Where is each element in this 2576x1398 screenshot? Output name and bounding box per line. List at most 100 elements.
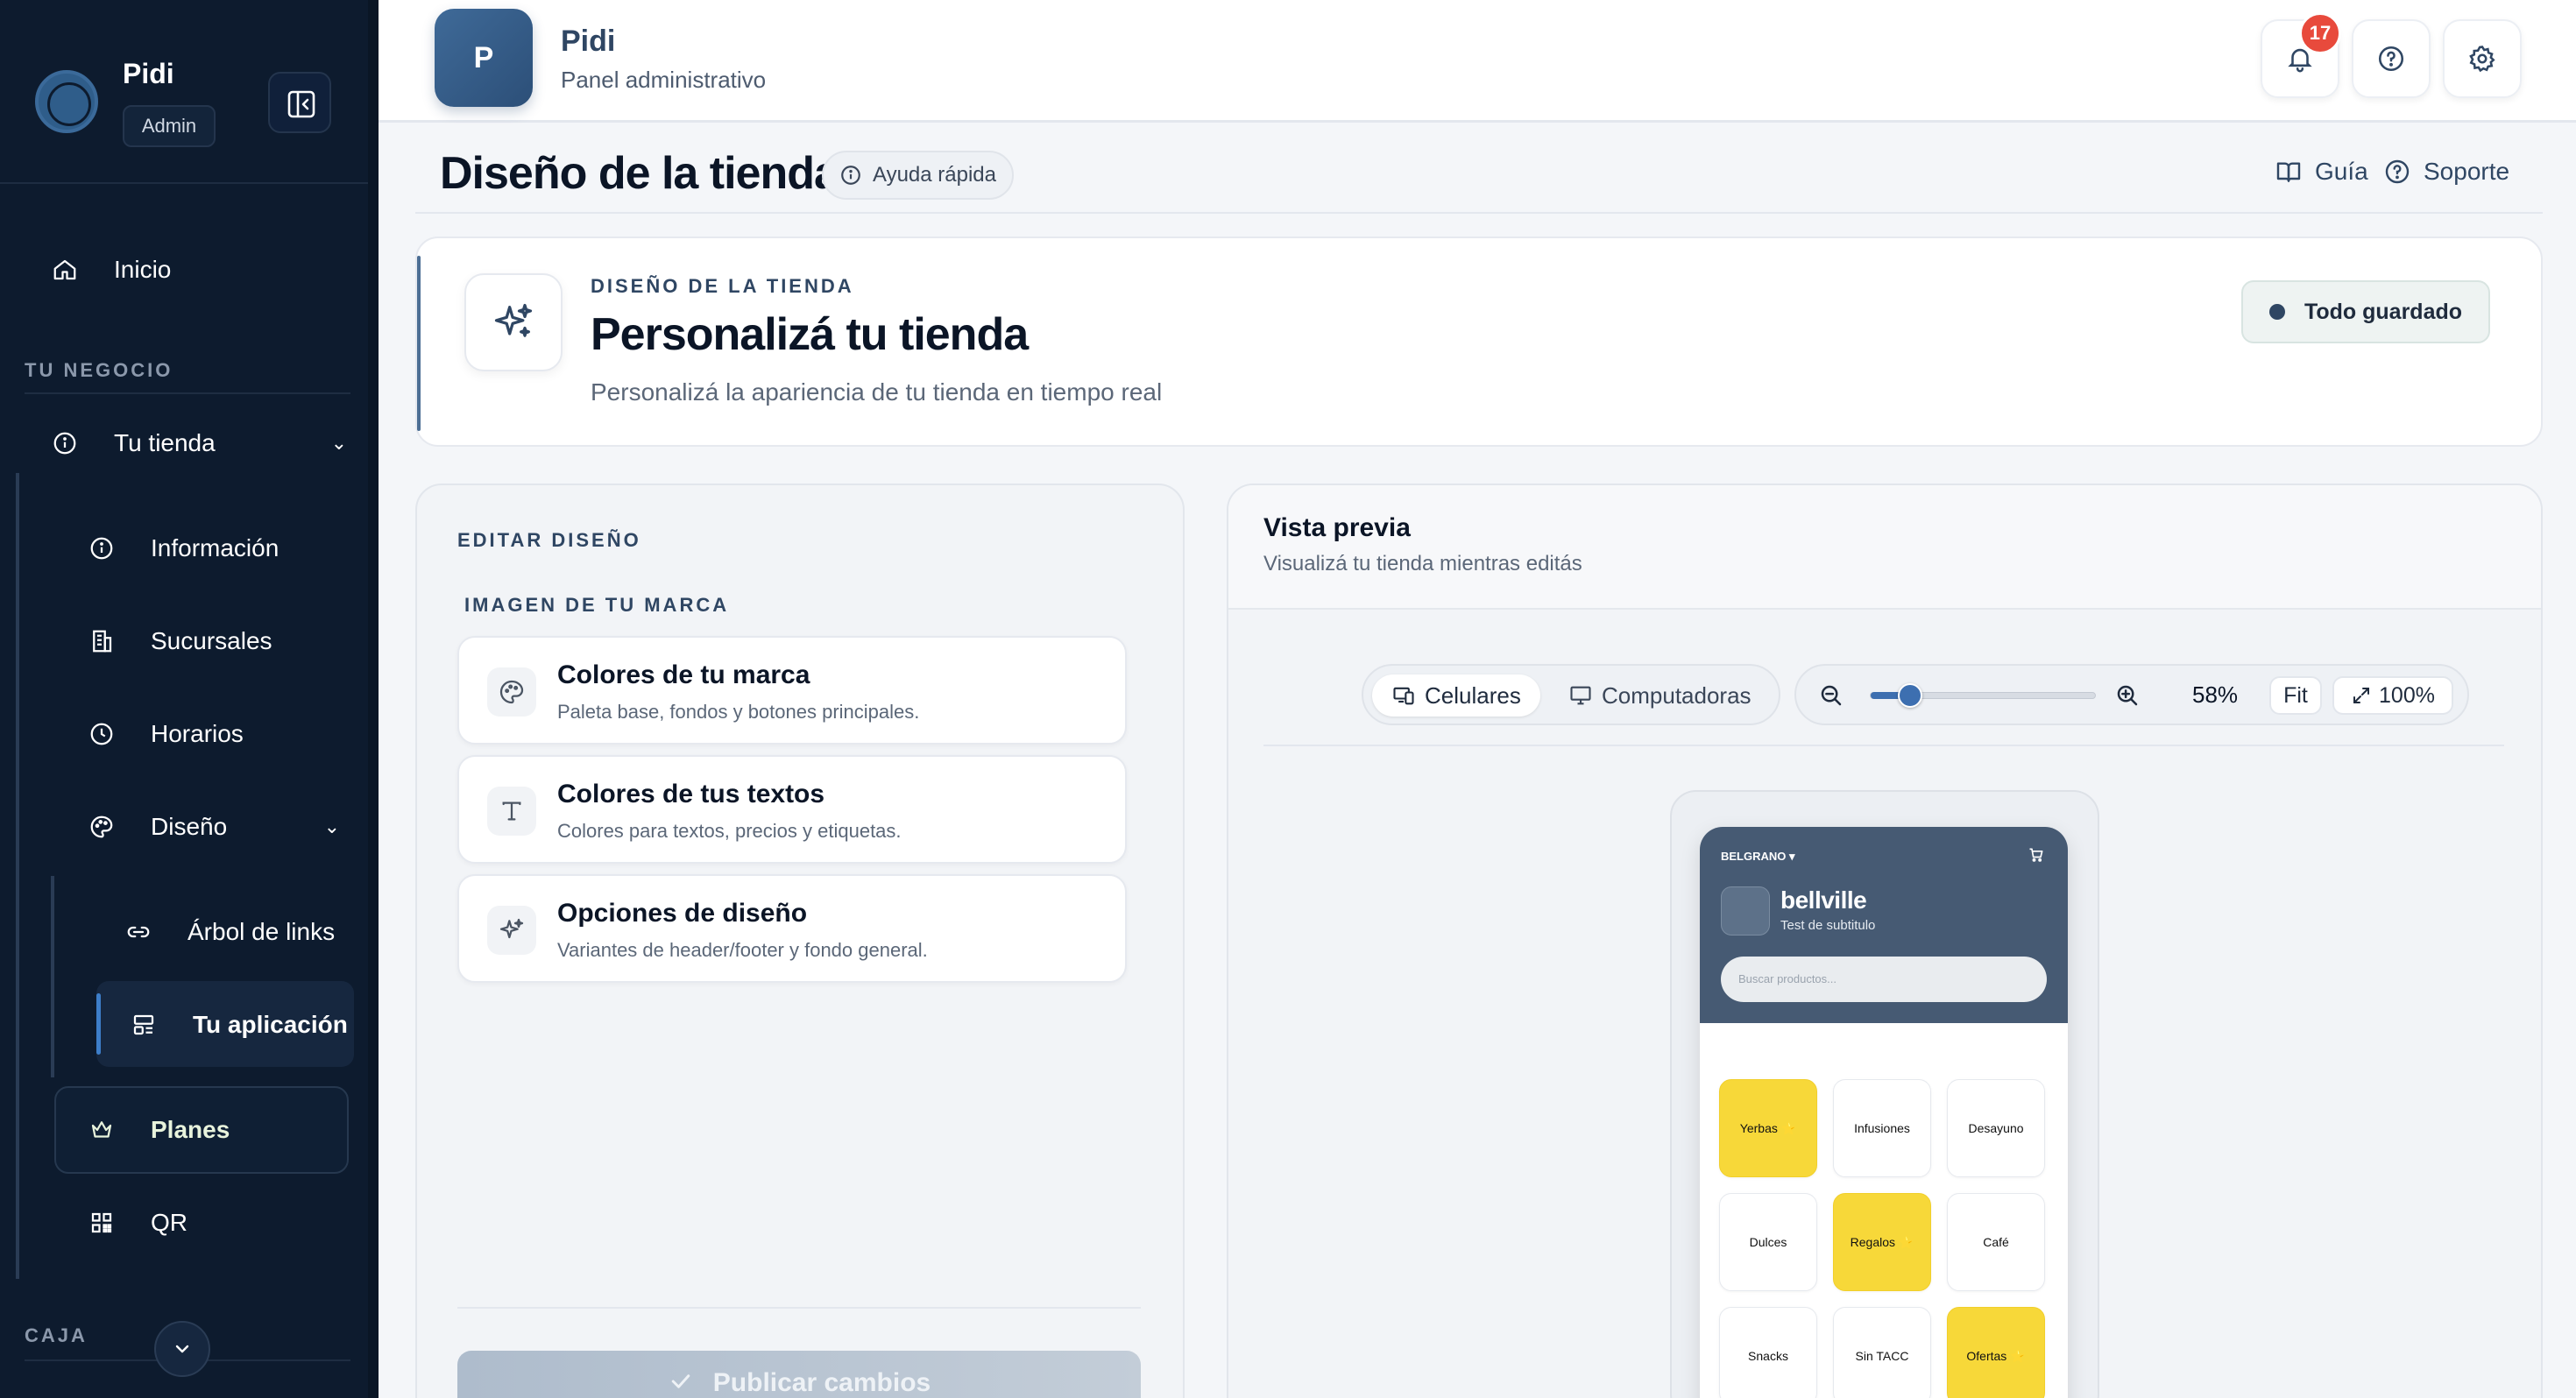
sidebar-item-tu-aplicacion[interactable]: Tu aplicación bbox=[128, 999, 348, 1051]
scroll-down-button[interactable] bbox=[154, 1321, 210, 1377]
status-dot bbox=[2268, 304, 2285, 320]
help-circle-icon bbox=[2378, 46, 2404, 72]
category-tile[interactable]: Café bbox=[1947, 1193, 2045, 1291]
text-colors-option[interactable]: Colores de tus textos Colores para texto… bbox=[457, 755, 1127, 864]
sidebar-item-label: Inicio bbox=[114, 256, 172, 283]
chevron-down-icon bbox=[175, 1345, 189, 1353]
sidebar-item-informacion[interactable]: Información bbox=[86, 522, 279, 575]
sidebar-item-sucursales[interactable]: Sucursales bbox=[86, 615, 272, 667]
brand-image-section-title: IMAGEN DE TU MARCA bbox=[464, 594, 730, 616]
sidebar-item-planes[interactable]: Planes bbox=[86, 1104, 230, 1156]
sidebar-item-label: Árbol de links bbox=[188, 918, 336, 945]
clock-icon bbox=[86, 718, 117, 750]
device-desktop-tab[interactable]: Computadoras bbox=[1549, 674, 1771, 717]
collapse-sidebar-button[interactable] bbox=[268, 72, 331, 133]
sidebar bbox=[0, 0, 379, 1398]
layout-icon bbox=[128, 1009, 159, 1041]
settings-button[interactable] bbox=[2443, 19, 2522, 98]
category-tile[interactable]: Dulces bbox=[1719, 1193, 1817, 1291]
category-tile[interactable]: Infusiones bbox=[1833, 1079, 1931, 1177]
preview-title: Vista previa bbox=[1263, 513, 1411, 542]
sidebar-item-inicio[interactable]: Inicio bbox=[49, 244, 171, 296]
cart-icon[interactable] bbox=[2028, 846, 2045, 868]
app-logo: P bbox=[435, 9, 533, 107]
zoom-fit-button[interactable]: Fit bbox=[2269, 676, 2322, 715]
link-icon bbox=[123, 916, 154, 948]
qr-code-icon bbox=[86, 1207, 117, 1239]
info-icon bbox=[86, 533, 117, 564]
zoom-in-button[interactable] bbox=[2112, 680, 2143, 711]
store-logo bbox=[1721, 886, 1770, 936]
sidebar-item-label: Horarios bbox=[151, 720, 244, 747]
hero-subtitle: Personalizá la apariencia de tu tienda e… bbox=[591, 378, 1163, 406]
palette-icon bbox=[487, 667, 536, 717]
branch-selector[interactable]: BELGRANO ▾ bbox=[1721, 850, 1795, 864]
zoom-100-label: 100% bbox=[2379, 682, 2435, 708]
zoom-controls: 58% Fit 100% bbox=[1794, 664, 2469, 725]
save-status-label: Todo guardado bbox=[2304, 299, 2463, 324]
info-icon bbox=[49, 427, 81, 459]
guide-link[interactable]: Guía bbox=[2275, 158, 2368, 186]
sidebar-divider bbox=[0, 182, 372, 184]
preview-toolbar-divider bbox=[1263, 745, 2504, 746]
sidebar-item-label: Planes bbox=[151, 1116, 230, 1143]
category-tile[interactable]: Regalos ⭐ bbox=[1833, 1193, 1931, 1291]
publish-changes-button[interactable]: Publicar cambios bbox=[457, 1351, 1141, 1398]
sidebar-divider bbox=[25, 392, 350, 394]
category-tile[interactable]: Ofertas ⭐ bbox=[1947, 1307, 2045, 1398]
phone-store-header: BELGRANO ▾ bellville Test de subtitulo B… bbox=[1700, 827, 2068, 1023]
chevron-down-icon: ⌄ bbox=[330, 432, 347, 454]
hero-title: Personalizá tu tienda bbox=[591, 309, 1029, 360]
device-mobile-tab[interactable]: Celulares bbox=[1372, 674, 1540, 717]
sidebar-item-tu-tienda[interactable]: Tu tienda ⌄ bbox=[49, 417, 347, 470]
store-search-input[interactable]: Buscar productos... bbox=[1721, 957, 2047, 1002]
sidebar-scrollbar[interactable] bbox=[368, 0, 379, 1398]
check-icon bbox=[668, 1368, 694, 1394]
section-label-cash: CAJA bbox=[25, 1324, 88, 1346]
sidebar-toggle-icon bbox=[287, 90, 315, 118]
store-tagline: Test de subtitulo bbox=[1780, 918, 1876, 933]
sparkles-icon bbox=[494, 303, 533, 337]
app-title: Pidi bbox=[561, 25, 616, 58]
sidebar-item-qr[interactable]: QR bbox=[86, 1197, 188, 1249]
zoom-out-button[interactable] bbox=[1815, 680, 1847, 711]
home-icon bbox=[49, 254, 81, 286]
sidebar-item-diseno[interactable]: Diseño ⌄ bbox=[86, 801, 340, 853]
option-title: Colores de tu marca bbox=[557, 660, 810, 689]
option-subtitle: Paleta base, fondos y botones principale… bbox=[557, 701, 920, 723]
store-name: bellville bbox=[1780, 886, 1867, 914]
design-options-option[interactable]: Opciones de diseño Variantes de header/f… bbox=[457, 874, 1127, 983]
option-title: Opciones de diseño bbox=[557, 899, 808, 928]
brand-colors-option[interactable]: Colores de tu marca Paleta base, fondos … bbox=[457, 636, 1127, 745]
palette-icon bbox=[86, 811, 117, 843]
zoom-slider-handle[interactable] bbox=[1898, 683, 1922, 708]
device-mobile-label: Celulares bbox=[1425, 681, 1521, 709]
sidebar-item-label: Tu tienda bbox=[114, 429, 216, 456]
gear-icon bbox=[2469, 46, 2495, 73]
hero-kicker: DISEÑO DE LA TIENDA bbox=[591, 275, 854, 297]
sidebar-item-arbol-de-links[interactable]: Árbol de links bbox=[123, 906, 335, 958]
support-link-label: Soporte bbox=[2424, 158, 2510, 185]
device-desktop-label: Computadoras bbox=[1602, 681, 1752, 709]
chevron-down-icon: ⌄ bbox=[323, 816, 340, 837]
preview-header bbox=[1228, 485, 2541, 610]
info-icon bbox=[839, 164, 862, 187]
avatar[interactable] bbox=[35, 70, 98, 133]
heading-divider bbox=[415, 212, 2543, 214]
quick-help-button[interactable]: Ayuda rápida bbox=[822, 151, 1014, 200]
support-link[interactable]: Soporte bbox=[2383, 158, 2509, 186]
category-tile[interactable]: Desayuno bbox=[1947, 1079, 2045, 1177]
category-tile[interactable]: Yerbas ⭐ bbox=[1719, 1079, 1817, 1177]
help-button[interactable] bbox=[2352, 19, 2431, 98]
save-status-badge: Todo guardado bbox=[2241, 280, 2490, 343]
expand-icon bbox=[2351, 685, 2372, 706]
zoom-in-icon bbox=[2117, 685, 2138, 706]
zoom-100-button[interactable]: 100% bbox=[2332, 676, 2453, 715]
sidebar-item-label: Sucursales bbox=[151, 627, 272, 654]
sidebar-item-label: Información bbox=[151, 534, 280, 561]
category-tile[interactable]: Snacks bbox=[1719, 1307, 1817, 1398]
role-badge: Admin bbox=[123, 105, 216, 147]
sidebar-item-horarios[interactable]: Horarios bbox=[86, 708, 244, 760]
category-tile[interactable]: Sin TACC bbox=[1833, 1307, 1931, 1398]
sidebar-item-label: Tu aplicación bbox=[193, 1011, 348, 1038]
